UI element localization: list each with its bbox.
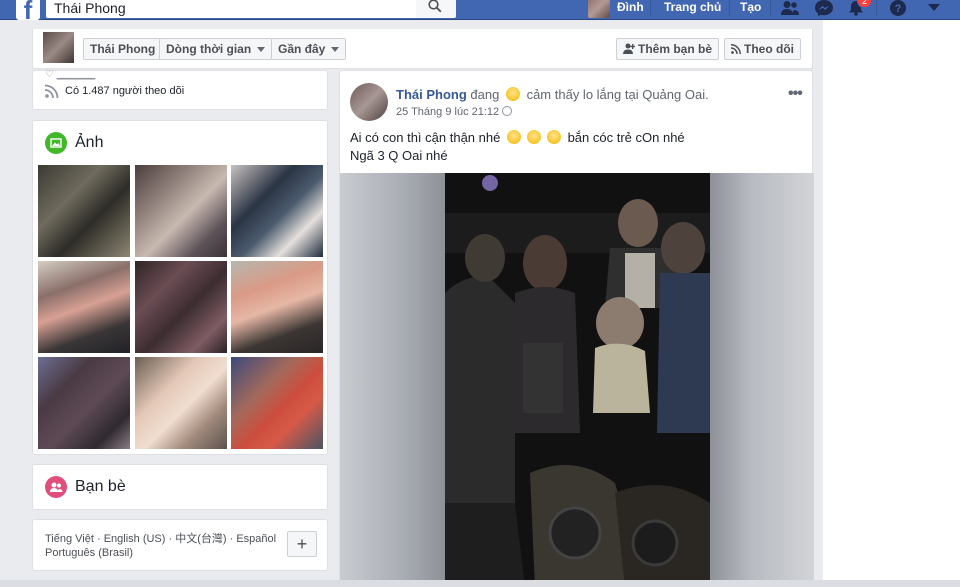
- nav-divider: [876, 0, 877, 16]
- photo-thumbnail[interactable]: [38, 357, 130, 449]
- friends-section-title[interactable]: Bạn bè: [45, 476, 126, 498]
- create-link[interactable]: Tạo: [740, 0, 761, 14]
- home-link[interactable]: Trang chủ: [664, 0, 721, 14]
- photos-title-label: Ảnh: [75, 134, 104, 152]
- timeline-post: Thái Phong đang cảm thấy lo lắng tại Quả…: [339, 70, 814, 587]
- chevron-down-icon: [257, 47, 266, 53]
- facebook-logo-icon[interactable]: f: [16, 0, 40, 25]
- add-friend-button[interactable]: Thêm bạn bè: [616, 38, 720, 60]
- search-input[interactable]: Thái Phong: [46, 0, 416, 18]
- nav-divider: [650, 0, 651, 16]
- post-options-icon[interactable]: •••: [788, 85, 803, 103]
- nav-divider: [729, 0, 730, 16]
- post-location-link[interactable]: Quảng Oai.: [642, 87, 709, 102]
- profile-name-label: Thái Phong: [90, 42, 156, 56]
- post-timestamp[interactable]: 25 Tháng 9 lúc 21:12: [396, 106, 513, 118]
- post-body: Ai có con thì cận thận nhé bắn cóc trẻ c…: [350, 129, 800, 165]
- language-selector-card: Tiếng Việt · English (US) · 中文(台灣) · Esp…: [32, 519, 328, 571]
- post-text-part: bắn cóc trẻ cOn nhé: [567, 130, 685, 145]
- right-blank-area: [823, 20, 960, 587]
- language-line[interactable]: Tiếng Việt · English (US) · 中文(台灣) · Esp…: [45, 532, 285, 546]
- follow-label: Theo dõi: [744, 42, 794, 56]
- timeline-label: Dòng thời gian: [166, 42, 252, 56]
- photo-thumbnail[interactable]: [38, 165, 130, 257]
- friends-title-label: Bạn bè: [75, 478, 126, 496]
- globe-privacy-icon: [502, 106, 513, 116]
- profile-link[interactable]: Đình: [617, 0, 644, 14]
- worried-face-icon: [546, 130, 561, 144]
- photo-thumbnail[interactable]: [38, 261, 130, 353]
- add-friend-label: Thêm bạn bè: [638, 42, 713, 56]
- account-menu-caret-icon[interactable]: [928, 4, 940, 12]
- post-feeling-prefix: đang: [470, 87, 500, 102]
- photo-thumbnail[interactable]: [135, 165, 227, 257]
- profile-header-strip: Thái Phong Dòng thời gian Gần đây Thêm b…: [32, 29, 813, 69]
- search-icon: [428, 0, 442, 13]
- photos-section-title[interactable]: Ảnh: [45, 132, 103, 154]
- timeline-dropdown[interactable]: Dòng thời gian: [159, 38, 273, 60]
- worried-face-icon: [505, 87, 520, 101]
- follow-button[interactable]: Theo dõi: [724, 38, 801, 60]
- post-text-line: Ngã 3 Q Oai nhé: [350, 148, 448, 163]
- photo-thumbnail[interactable]: [135, 261, 227, 353]
- photo-thumbnail[interactable]: [231, 357, 323, 449]
- language-line[interactable]: Português (Brasil): [45, 546, 285, 560]
- post-header: Thái Phong đang cảm thấy lo lắng tại Quả…: [396, 87, 709, 102]
- rss-icon: [730, 44, 741, 55]
- post-author-avatar[interactable]: [350, 83, 388, 121]
- photos-icon: [45, 132, 67, 154]
- recent-label: Gần đây: [278, 42, 326, 56]
- worried-face-icon: [526, 130, 541, 144]
- help-icon[interactable]: ?: [889, 0, 907, 18]
- followers-count-text: Có 1.487 người theo dõi: [65, 85, 185, 97]
- photos-card: Ảnh: [32, 120, 328, 455]
- chevron-down-icon: [331, 47, 340, 53]
- post-text-part: Ai có con thì cận thận nhé: [350, 130, 501, 145]
- nav-divider: [770, 0, 771, 16]
- post-timestamp-text[interactable]: 25 Tháng 9 lúc 21:12: [396, 106, 499, 118]
- messenger-icon[interactable]: [814, 0, 834, 16]
- video-blur-padding-right: [710, 173, 814, 587]
- profile-name-button[interactable]: Thái Phong: [83, 38, 163, 60]
- language-list[interactable]: Tiếng Việt · English (US) · 中文(台灣) · Esp…: [45, 532, 285, 560]
- top-navigation-bar: f Thái Phong Đình Trang chủ Tạo 2 ?: [0, 0, 960, 25]
- profile-mini-avatar[interactable]: [43, 32, 74, 63]
- photo-thumbnail[interactable]: [231, 261, 323, 353]
- video-scene-image: [445, 173, 710, 587]
- friends-card: Bạn bè: [32, 464, 328, 510]
- post-text-line: Ai có con thì cận thận nhé bắn cóc trẻ c…: [350, 129, 800, 147]
- svg-text:?: ?: [895, 3, 902, 15]
- post-video[interactable]: [340, 173, 814, 587]
- add-friend-icon: [623, 43, 636, 54]
- intro-followers-card: ♡ ▁▁▁▁▁ Có 1.487 người theo dõi: [32, 69, 328, 110]
- post-author-name[interactable]: Thái Phong: [396, 87, 467, 102]
- followers-rss-icon: [45, 84, 59, 98]
- search-button[interactable]: [416, 0, 456, 18]
- bottom-edge: [0, 580, 960, 587]
- recent-dropdown[interactable]: Gần đây: [271, 38, 347, 60]
- post-feeling-text: cảm thấy lo lắng tại: [526, 87, 639, 102]
- user-avatar[interactable]: [588, 0, 610, 18]
- friend-requests-icon[interactable]: [780, 0, 800, 16]
- more-languages-button[interactable]: +: [287, 531, 317, 557]
- photo-thumbnail[interactable]: [135, 357, 227, 449]
- worried-face-icon: [506, 130, 521, 144]
- video-blur-padding-left: [340, 173, 445, 587]
- notification-count-badge: 2: [857, 0, 873, 8]
- friends-icon: [45, 476, 67, 498]
- video-frame[interactable]: [445, 173, 710, 587]
- photo-thumbnail[interactable]: [231, 165, 323, 257]
- cropped-intro-line: ♡ ▁▁▁▁▁: [45, 69, 96, 80]
